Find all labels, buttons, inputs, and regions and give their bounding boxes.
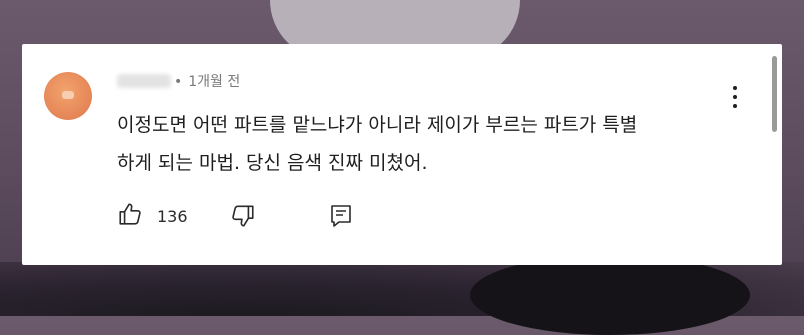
dislike-button[interactable] <box>230 203 256 229</box>
meta-separator: • <box>174 74 183 90</box>
avatar-glyph <box>62 91 74 99</box>
thumbs-up-icon <box>119 203 141 225</box>
comment-meta: • 1개월 전 <box>174 71 240 91</box>
thumbs-down-icon <box>232 205 254 227</box>
scrollbar[interactable] <box>772 56 777 132</box>
username-redacted[interactable] <box>117 74 171 88</box>
more-vertical-icon-dot <box>733 104 737 108</box>
like-button[interactable] <box>117 201 143 227</box>
more-vertical-icon-dot <box>733 95 737 99</box>
comment-timestamp[interactable]: 1개월 전 <box>188 74 240 90</box>
more-options-button[interactable] <box>730 86 740 114</box>
comment-actions: 136 <box>117 198 377 234</box>
background-silhouette <box>470 255 750 335</box>
comment-text-line-2: 하게 되는 마법. 당신 음색 진짜 미쳤어. <box>117 152 428 174</box>
comment-text-line-1: 이정도면 어떤 파트를 맡느냐가 아니라 제이가 부르는 파트가 특별 <box>117 114 638 136</box>
reply-comment-icon <box>331 205 351 227</box>
reply-button[interactable] <box>329 203 353 229</box>
more-vertical-icon <box>733 86 737 90</box>
like-count: 136 <box>157 207 188 226</box>
comment-text: 이정도면 어떤 파트를 맡느냐가 아니라 제이가 부르는 파트가 특별 하게 되… <box>117 106 737 182</box>
